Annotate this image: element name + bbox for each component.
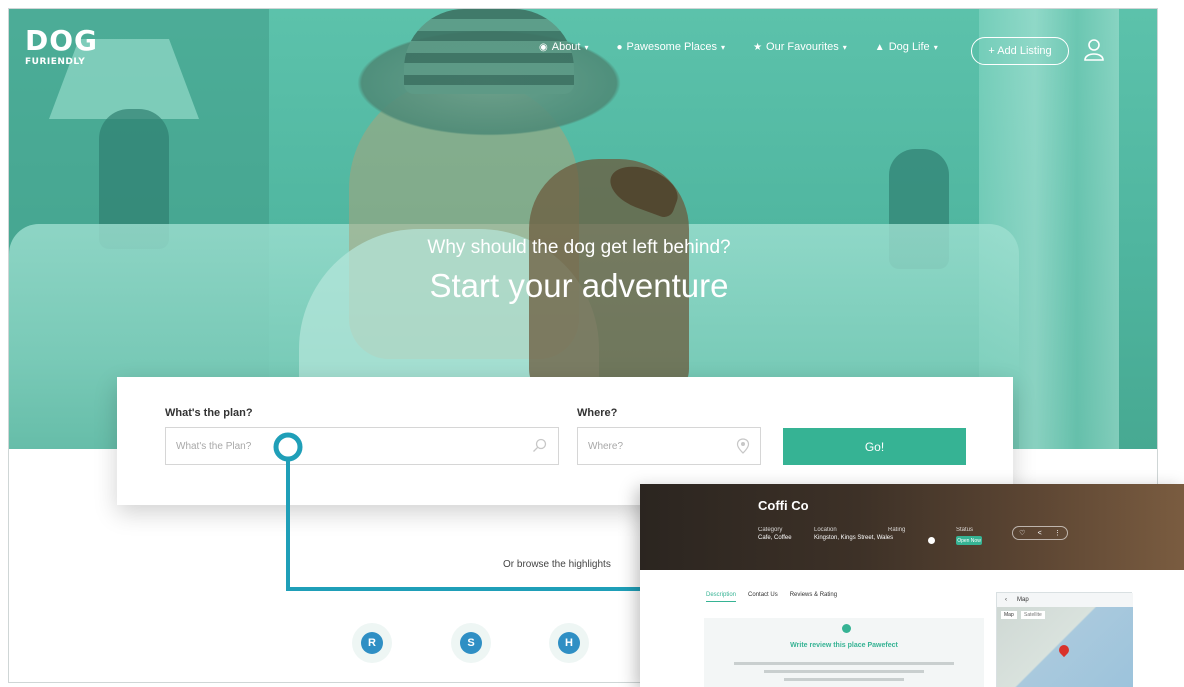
user-icon[interactable] <box>1083 37 1105 61</box>
listing-tabs: Description Contact Us Reviews & Rating <box>706 592 837 602</box>
map-type-satellite[interactable]: Satellite <box>1021 611 1045 619</box>
map-title: Map <box>1017 597 1029 603</box>
location-pin-icon <box>736 438 750 454</box>
text-placeholder-line <box>784 678 904 681</box>
nav-item-pawesome-places[interactable]: ● Pawesome Places ▾ <box>617 41 726 53</box>
listing-meta-location: Location Kingston, Kings Street, Wales <box>814 526 893 542</box>
where-placeholder: Where? <box>588 440 624 452</box>
map-type-map[interactable]: Map <box>1001 611 1017 619</box>
category-shop[interactable]: S <box>451 623 491 663</box>
plan-label: What's the plan? <box>165 407 253 419</box>
nav-label: Our Favourites <box>766 41 839 53</box>
tab-reviews[interactable]: Reviews & Rating <box>790 592 837 602</box>
chevron-down-icon: ▾ <box>842 42 847 52</box>
nav-label: Pawesome Places <box>626 41 718 53</box>
rating-indicator <box>928 537 935 544</box>
chevron-down-icon: ▾ <box>584 42 589 52</box>
paw-icon: ● <box>616 41 623 53</box>
map-header: ‹ Map <box>997 593 1133 607</box>
restaurant-icon: R <box>361 632 383 654</box>
main-nav: ◉ About ▾ ● Pawesome Places ▾ ★ Our Favo… <box>539 41 938 53</box>
home-icon: H <box>558 632 580 654</box>
site-logo[interactable]: DOG FURIENDLY <box>25 24 105 68</box>
meta-key: Location <box>814 527 837 533</box>
nav-label: About <box>551 41 581 53</box>
review-panel: Write review this place Pawefect <box>704 618 984 687</box>
listing-preview: Coffi Co Category Cafe, Coffee Location … <box>640 484 1184 687</box>
category-home[interactable]: H <box>549 623 589 663</box>
nav-item-dog-life[interactable]: ▲ Dog Life ▾ <box>875 41 938 53</box>
map-back-icon[interactable]: ‹ <box>1005 597 1007 603</box>
heart-icon[interactable]: ♡ <box>1019 529 1025 537</box>
shop-icon: S <box>460 632 482 654</box>
tab-description[interactable]: Description <box>706 592 737 602</box>
listing-meta-rating: Rating <box>888 526 905 534</box>
meta-key: Category <box>758 527 783 533</box>
listing-meta-status: Status <box>956 526 973 534</box>
location-map[interactable]: ‹ Map Map Satellite <box>996 592 1133 687</box>
listing-title: Coffi Co <box>758 498 809 513</box>
star-icon: ★ <box>753 41 763 53</box>
search-icon <box>533 438 547 452</box>
listing-meta-category: Category Cafe, Coffee <box>758 526 792 542</box>
listing-action-buttons[interactable]: ♡ < ⋮ <box>1012 526 1068 540</box>
share-icon[interactable]: < <box>1038 530 1042 537</box>
meta-key: Rating <box>888 527 906 533</box>
plan-placeholder: What's the Plan? <box>176 440 252 452</box>
meta-key: Status <box>956 527 974 533</box>
go-button[interactable]: Go! <box>783 428 966 465</box>
nav-item-about[interactable]: ◉ About ▾ <box>539 41 589 53</box>
info-icon: ◉ <box>539 41 548 53</box>
tab-contact-us[interactable]: Contact Us <box>748 592 778 602</box>
text-placeholder-line <box>764 670 924 673</box>
plan-input[interactable]: What's the Plan? <box>165 427 559 465</box>
chevron-down-icon: ▾ <box>933 42 938 52</box>
more-icon[interactable]: ⋮ <box>1054 529 1061 537</box>
hero-subtitle: Why should the dog get left behind? <box>427 237 731 258</box>
where-input[interactable]: Where? <box>577 427 761 465</box>
text-placeholder-line <box>734 662 954 665</box>
nav-item-our-favourites[interactable]: ★ Our Favourites ▾ <box>753 41 847 53</box>
dog-icon: ▲ <box>874 41 885 53</box>
meta-value: Kingston, Kings Street, Wales <box>814 535 894 541</box>
meta-value: Cafe, Coffee <box>758 535 792 541</box>
hero-title: Start your adventure <box>429 267 729 304</box>
browse-highlights-text[interactable]: Or browse the highlights <box>503 559 611 570</box>
chevron-down-icon: ▾ <box>721 42 726 52</box>
logo-word: DOG <box>25 24 99 57</box>
review-icon <box>842 624 851 633</box>
where-label: Where? <box>577 407 618 419</box>
category-restaurant[interactable]: R <box>352 623 392 663</box>
nav-label: Dog Life <box>888 41 930 53</box>
add-listing-button[interactable]: + Add Listing <box>971 37 1069 65</box>
review-prompt[interactable]: Write review this place Pawefect <box>704 642 984 649</box>
logo-subword: FURIENDLY <box>25 57 86 67</box>
status-badge: Open Now <box>956 536 982 545</box>
listing-header: Coffi Co Category Cafe, Coffee Location … <box>640 484 1184 570</box>
